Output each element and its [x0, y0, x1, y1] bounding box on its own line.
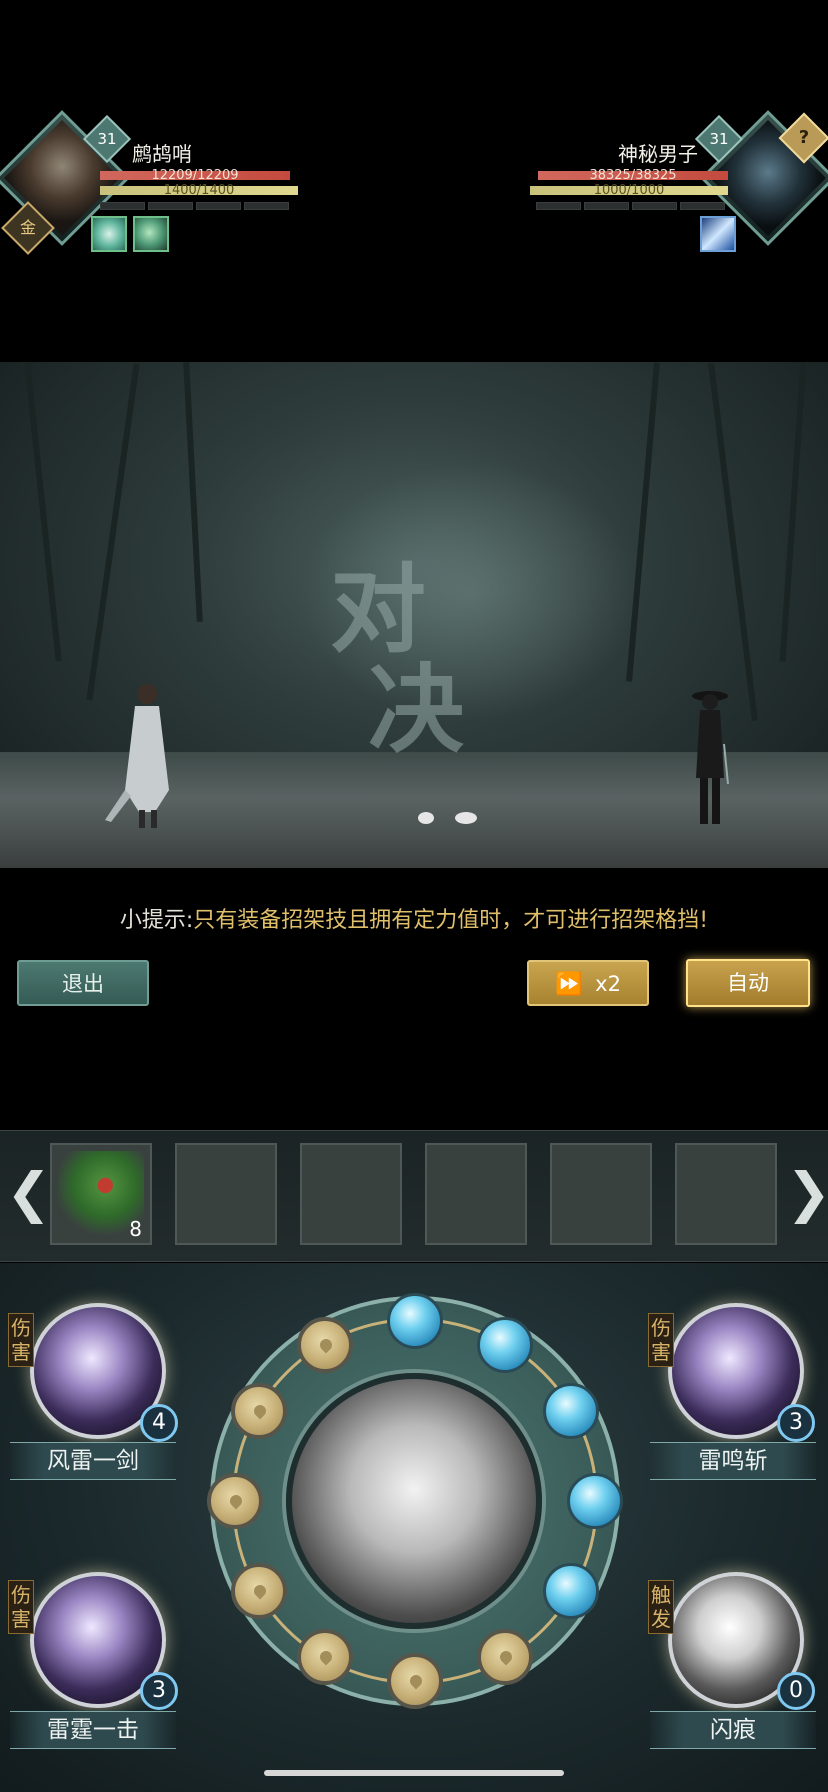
lotus-buff-icon[interactable]: [91, 216, 127, 252]
item-slot-6[interactable]: [675, 1143, 777, 1245]
player-mp-text: 1400/1400: [163, 183, 235, 198]
jade-buff-icon[interactable]: [133, 216, 169, 252]
player-name: 鹧鸪哨: [132, 142, 192, 166]
stamina-segment: [196, 202, 241, 210]
item-slot-4[interactable]: [425, 1143, 527, 1245]
energy-orb-empty: [477, 1628, 533, 1685]
item-slot-1[interactable]: 8: [50, 1143, 152, 1245]
enemy-name: 神秘男子: [618, 142, 698, 166]
skill-type-tag: 伤害: [8, 1313, 34, 1367]
bamboo-stalk: [24, 362, 62, 662]
battle-hud: 31 金 鹧鸪哨 12209/12209 1400/1400 31 ? 神秘男子…: [0, 0, 828, 360]
skill-name-label: 风雷一剑: [10, 1442, 176, 1480]
auto-button-label: 自动: [727, 971, 769, 995]
skill-type-tag: 伤害: [648, 1313, 674, 1367]
item-slot-2[interactable]: [175, 1143, 277, 1245]
enemy-character: [692, 691, 729, 824]
energy-orb-filled: [542, 1563, 599, 1619]
bamboo-stalk: [86, 363, 140, 701]
energy-orb-empty: [297, 1317, 353, 1374]
skill-name-label: 雷鸣斩: [650, 1442, 816, 1480]
skill-name-label: 闪痕: [650, 1711, 816, 1749]
skill-type-tag: 伤害: [8, 1580, 34, 1634]
enemy-mp-text: 1000/1000: [593, 183, 665, 198]
battle-scene: 对 决: [0, 362, 828, 868]
enemy-stamina-segments: [536, 202, 725, 210]
skill-charge-count: 0: [777, 1672, 815, 1710]
exit-button-label: 退出: [62, 972, 104, 996]
energy-orb-empty: [231, 1563, 288, 1619]
energy-orb-empty: [231, 1383, 288, 1439]
duel-banner-char-2: 决: [368, 653, 464, 766]
white-rabbits: [418, 812, 477, 824]
speed-label: x2: [595, 972, 621, 996]
stamina-segment: [148, 202, 193, 210]
stamina-segment: [244, 202, 289, 210]
energy-orb-empty: [297, 1628, 353, 1685]
item-slot-3[interactable]: [300, 1143, 402, 1245]
player-stamina-segments: [100, 202, 289, 210]
skill-type-tag: 触发: [648, 1580, 674, 1634]
enemy-unknown-label: ?: [798, 127, 810, 148]
skill-charge-count: 3: [777, 1404, 815, 1442]
player-character: [105, 684, 169, 828]
speed-toggle-button[interactable]: ⏩ x2: [527, 960, 649, 1006]
item-count: 8: [129, 1217, 142, 1241]
player-level: 31: [97, 130, 117, 148]
bamboo-stalk: [626, 362, 660, 682]
player-rank-label: 金: [19, 218, 36, 237]
tip-label: 小提示:: [119, 908, 194, 933]
chevron-right-icon[interactable]: ❯: [786, 1165, 828, 1221]
tip-text: 只有装备招架技且拥有定力值时，才可进行招架格挡!: [193, 908, 709, 933]
ultimate-skill-button[interactable]: [286, 1373, 542, 1629]
skill-charge-count: 4: [140, 1404, 178, 1442]
energy-orb-filled: [477, 1317, 533, 1374]
skill-name-label: 雷霆一击: [10, 1711, 176, 1749]
home-indicator[interactable]: [264, 1770, 564, 1776]
energy-orb-empty: [207, 1473, 263, 1529]
energy-orb-empty: [387, 1653, 443, 1709]
exit-button[interactable]: 退出: [17, 960, 149, 1006]
enemy-level: 31: [709, 130, 729, 148]
bamboo-stalk: [708, 362, 758, 722]
chevron-left-icon[interactable]: ❮: [6, 1165, 51, 1221]
blade-buff-icon[interactable]: [700, 216, 736, 252]
player-hp-text: 12209/12209: [151, 168, 239, 183]
bamboo-stalk: [779, 362, 807, 662]
stamina-segment: [680, 202, 725, 210]
enemy-hp-text: 38325/38325: [589, 168, 677, 183]
stamina-segment: [632, 202, 677, 210]
fast-forward-icon: ⏩: [555, 972, 583, 997]
stamina-segment: [584, 202, 629, 210]
battle-tip: 小提示:只有装备招架技且拥有定力值时，才可进行招架格挡!: [0, 902, 828, 934]
item-slot-5[interactable]: [550, 1143, 652, 1245]
auto-battle-button[interactable]: 自动: [686, 959, 810, 1007]
energy-orb-filled: [542, 1383, 599, 1439]
stamina-segment: [100, 202, 145, 210]
stamina-segment: [536, 202, 581, 210]
item-bar: ❮ 8 ❯: [0, 1130, 828, 1262]
bamboo-stalk: [183, 362, 203, 622]
energy-orb-filled: [387, 1293, 443, 1349]
skill-charge-count: 3: [140, 1672, 178, 1710]
energy-orb-filled: [567, 1473, 623, 1529]
